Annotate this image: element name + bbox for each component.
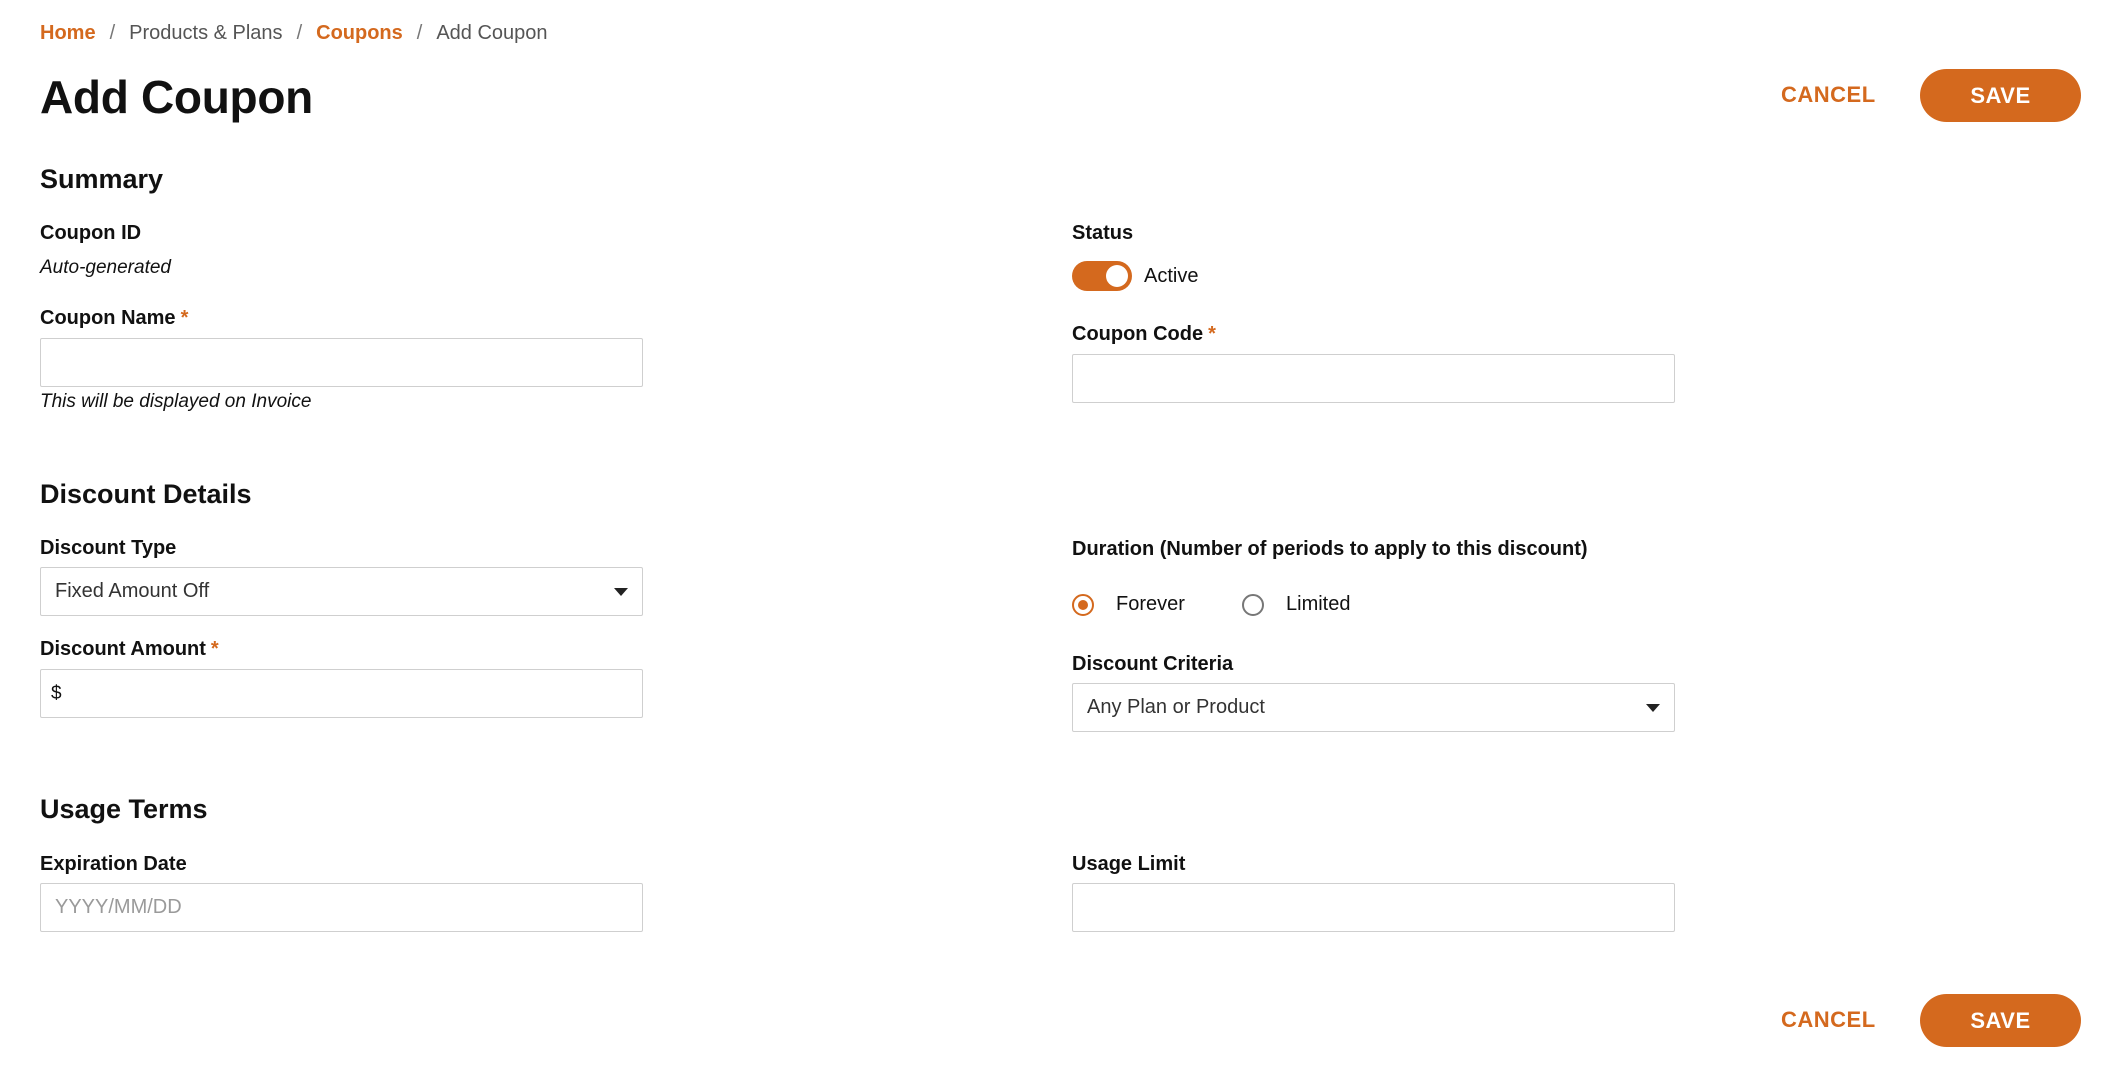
page-title: Add Coupon (40, 71, 313, 123)
coupon-code-input[interactable] (1072, 354, 1675, 403)
breadcrumb-separator: / (296, 22, 303, 44)
duration-option-limited-label: Limited (1286, 593, 1351, 615)
section-title-summary: Summary (40, 164, 164, 194)
caret-down-icon (1646, 703, 1660, 712)
discount-amount-label-text: Discount Amount (40, 638, 206, 660)
radio-checked-icon (1072, 593, 1094, 616)
discount-amount-input[interactable] (67, 670, 632, 717)
discount-criteria-label: Discount Criteria (1072, 653, 1234, 675)
duration-label: Duration (Number of periods to apply to … (1072, 538, 1588, 560)
discount-type-select[interactable]: Fixed Amount Off (40, 567, 643, 616)
discount-amount-label: Discount Amount * (40, 638, 219, 661)
coupon-id-label: Coupon ID (40, 222, 142, 244)
coupon-code-label-text: Coupon Code (1072, 323, 1204, 345)
coupon-id-value: Auto-generated (40, 257, 171, 278)
coupon-name-hint: This will be displayed on Invoice (40, 391, 312, 412)
status-toggle[interactable] (1072, 261, 1132, 291)
required-marker: * (180, 307, 189, 329)
breadcrumb-current: Add Coupon (436, 22, 548, 44)
usage-limit-label: Usage Limit (1072, 853, 1186, 875)
required-marker: * (210, 638, 219, 660)
section-title-usage-terms: Usage Terms (40, 794, 208, 824)
discount-criteria-value: Any Plan or Product (1087, 696, 1265, 718)
expiration-date-label: Expiration Date (40, 853, 187, 875)
breadcrumb-coupons-link[interactable]: Coupons (316, 22, 403, 45)
coupon-code-label: Coupon Code * (1072, 323, 1216, 346)
breadcrumb-home-link[interactable]: Home (40, 22, 96, 45)
discount-criteria-select[interactable]: Any Plan or Product (1072, 683, 1675, 732)
duration-option-forever-label: Forever (1116, 593, 1185, 615)
coupon-name-label: Coupon Name * (40, 307, 188, 330)
required-marker: * (1208, 323, 1216, 345)
expiration-date-input[interactable] (40, 883, 643, 932)
radio-unchecked-icon (1242, 593, 1264, 616)
breadcrumb-products-plans: Products & Plans (129, 22, 283, 44)
discount-type-value: Fixed Amount Off (55, 580, 210, 602)
duration-radio-limited[interactable]: Limited (1242, 593, 1350, 616)
section-title-discount-details: Discount Details (40, 479, 252, 509)
save-button-top[interactable]: SAVE (1920, 69, 2081, 122)
duration-radio-forever[interactable]: Forever (1072, 593, 1185, 616)
discount-amount-field[interactable]: $ (40, 669, 643, 718)
status-label: Status (1072, 222, 1134, 244)
usage-limit-input[interactable] (1072, 883, 1675, 932)
discount-type-label: Discount Type (40, 537, 177, 559)
breadcrumb-separator: / (109, 22, 116, 44)
status-toggle-label: Active (1144, 265, 1199, 287)
caret-down-icon (614, 587, 628, 596)
cancel-button-bottom[interactable]: CANCEL (1781, 1007, 1876, 1033)
status-toggle-knob (1106, 265, 1128, 287)
coupon-name-label-text: Coupon Name (40, 307, 176, 329)
save-button-bottom[interactable]: SAVE (1920, 994, 2081, 1047)
currency-prefix: $ (51, 682, 62, 704)
breadcrumb-separator: / (416, 22, 423, 44)
breadcrumb: Home / Products & Plans / Coupons / Add … (40, 22, 548, 45)
coupon-name-input[interactable] (40, 338, 643, 387)
cancel-button-top[interactable]: CANCEL (1781, 82, 1876, 108)
